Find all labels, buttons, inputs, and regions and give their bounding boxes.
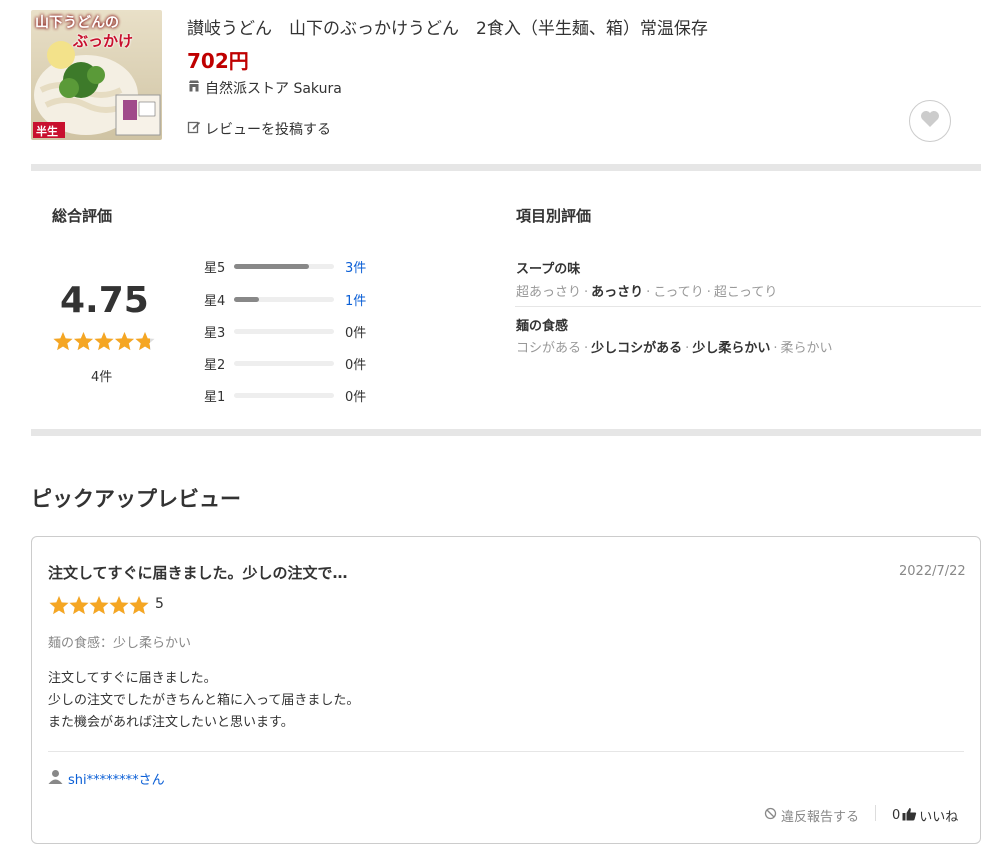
review-body-line: 少しの注文でしたがきちんと箱に入って届きました。 (48, 693, 360, 708)
star-fill (89, 596, 109, 615)
star-fill (73, 332, 94, 351)
overall-stars (52, 331, 156, 357)
user-icon (48, 769, 63, 788)
store-icon (187, 79, 201, 97)
rating-row-label: 星2 (204, 357, 226, 373)
image-badge: 半生 (36, 125, 58, 138)
option-selected: あっさり (591, 285, 644, 300)
star-fill (69, 596, 89, 615)
thumbs-up-icon (902, 807, 917, 825)
overall-heading: 総合評価 (52, 207, 113, 225)
option: こってり (653, 285, 704, 300)
reviewer-name: shi********さん (68, 773, 165, 788)
rating-count-link[interactable]: 1件 (345, 290, 366, 309)
reviewer-link[interactable]: shi********さん (48, 769, 165, 788)
rating-bar (234, 328, 334, 334)
rating-row: 星1 0件 (204, 386, 367, 405)
option-selected: 少し柔らかい (692, 341, 771, 356)
action-separator (875, 805, 876, 821)
rating-bar (234, 263, 334, 269)
item-options-noodle: コシがある · 少しコシがある · 少し柔らかい · 柔らかい (516, 341, 833, 356)
product-price: 702円 (187, 49, 249, 73)
edit-icon (187, 120, 201, 138)
store-link[interactable]: 自然派ストア Sakura (187, 78, 342, 98)
product-image[interactable]: 山下うどんの ぶっかけ 半生 (31, 10, 162, 140)
rating-bar-fill (234, 263, 309, 269)
rating-row: 星3 0件 (204, 322, 367, 341)
like-button[interactable]: 0 いいね (892, 806, 958, 825)
rating-count: 0件 (345, 389, 367, 405)
rating-bar-fill (234, 296, 259, 302)
review-date: 2022/7/22 (899, 564, 966, 579)
rating-bar (234, 296, 334, 302)
overall-count: 4件 (91, 370, 113, 385)
review-title[interactable]: 注文してすぐに届きました。少しの注文で… (48, 562, 348, 583)
pickup-heading: ピックアップレビュー (31, 487, 241, 511)
option: 超こってり (713, 285, 778, 300)
rating-count: 0件 (345, 357, 367, 373)
prohibited-icon (764, 807, 777, 824)
item-options-soup: 超あっさり · あっさり · こってり · 超こってり (516, 285, 778, 300)
star-fill (94, 332, 114, 351)
overall-score: 4.75 (60, 280, 149, 321)
rating-count-link[interactable]: 3件 (345, 257, 366, 276)
like-count: 0 (892, 808, 901, 823)
item-name-noodle: 麺の食感 (516, 319, 569, 334)
store-name: 自然派ストア Sakura (205, 81, 342, 97)
post-review-link[interactable]: レビューを投稿する (187, 119, 331, 139)
report-label: 違反報告する (781, 810, 860, 825)
rating-row-label: 星4 (204, 293, 226, 309)
rating-row[interactable]: 星5 3件 (204, 257, 366, 276)
image-caption-mid: ぶっかけ (73, 32, 134, 50)
item-separator (515, 306, 981, 307)
rating-bar (234, 392, 334, 398)
review-score: 5 (155, 596, 164, 612)
review-stars (48, 595, 150, 617)
rating-count: 0件 (345, 325, 367, 341)
post-review-label: レビューを投稿する (205, 122, 331, 138)
heart-icon (920, 110, 940, 132)
rating-row-label: 星5 (204, 260, 226, 276)
star-fill (109, 596, 129, 615)
review-divider (48, 751, 964, 752)
item-name-soup: スープの味 (516, 262, 581, 277)
like-label: いいね (919, 810, 959, 825)
rating-row[interactable]: 星4 1件 (204, 290, 366, 309)
review-body: 注文してすぐに届きました。 少しの注文でしたがきちんと箱に入って届きました。 ま… (48, 668, 359, 734)
rating-row-label: 星3 (204, 325, 226, 341)
rating-bar (234, 360, 334, 366)
rating-row: 星2 0件 (204, 354, 367, 373)
review-body-line: また機会があれば注文したいと思います。 (48, 715, 294, 730)
option: 柔らかい (780, 341, 833, 356)
review-body-line: 注文してすぐに届きました。 (48, 671, 217, 686)
section-divider (31, 164, 981, 171)
option: 超あっさり (516, 285, 582, 300)
review-attribute: 麺の食感：少し柔らかい (48, 636, 192, 651)
option: コシがある (516, 341, 582, 356)
report-button[interactable]: 違反報告する (764, 806, 859, 825)
star-fill (53, 332, 73, 351)
item-ratings-heading: 項目別評価 (516, 207, 592, 225)
option-selected: 少しコシがある (591, 341, 683, 356)
star-fill (114, 332, 135, 351)
star-fill (129, 596, 149, 615)
star-fill (49, 596, 69, 615)
image-caption-top: 山下うどんの (35, 15, 119, 31)
product-title[interactable]: 讃岐うどん 山下のぶっかけうどん 2食入（半生麺、箱）常温保存 (187, 14, 708, 39)
rating-row-label: 星1 (204, 389, 226, 405)
favorite-button[interactable] (909, 100, 951, 142)
section-divider (31, 429, 981, 436)
